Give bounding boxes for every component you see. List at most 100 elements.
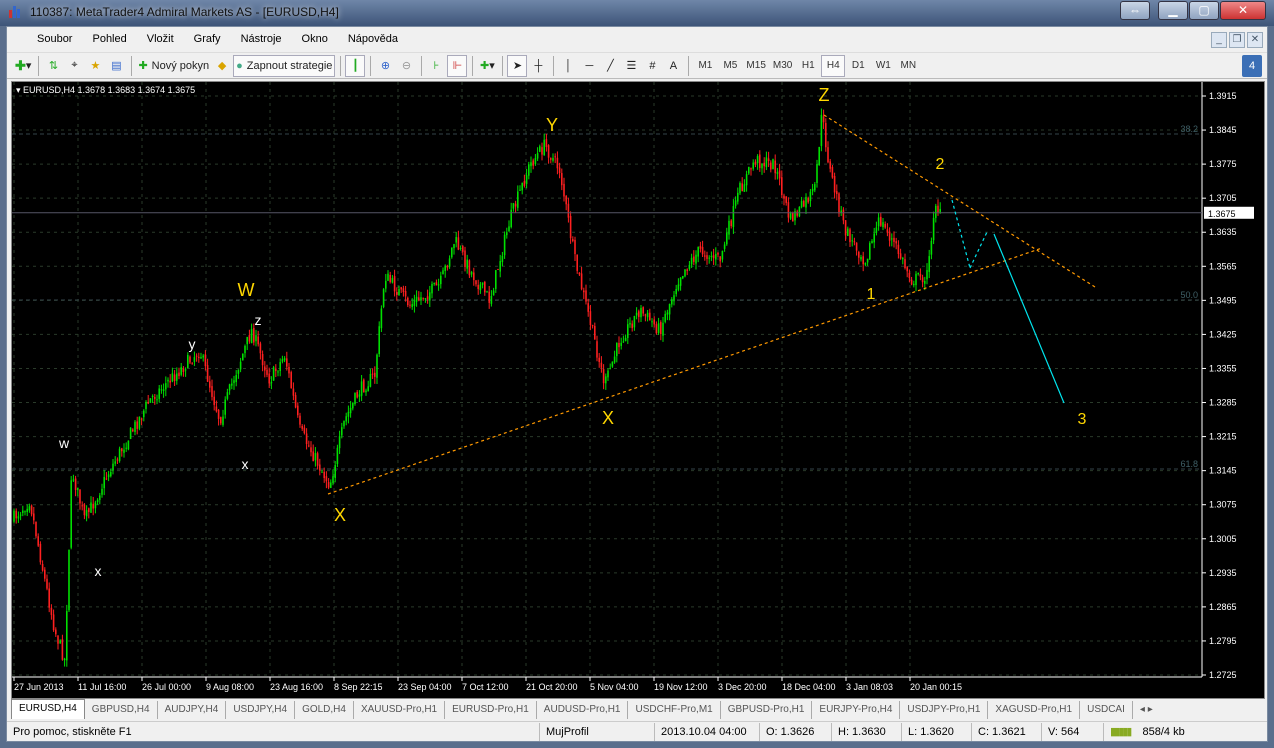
timeframe-m30[interactable]: M30 (770, 55, 795, 77)
new-order-button[interactable]: ✚ Nový pokyn (136, 55, 211, 77)
bear-candle (457, 237, 460, 250)
mdi-close-button[interactable]: ✕ (1247, 32, 1263, 48)
bear-candle (297, 405, 299, 416)
data-window-button[interactable]: ⌖ (64, 55, 84, 77)
bear-candle (787, 202, 790, 218)
timeframe-m1[interactable]: M1 (693, 55, 717, 77)
warning-button[interactable]: ◆ (212, 55, 232, 77)
new-order-label: Nový pokyn (151, 59, 210, 72)
bull-candle (902, 257, 904, 260)
minimize-button[interactable]: ▁ (1158, 1, 1188, 20)
trendline-tool[interactable]: ╱ (600, 55, 620, 77)
fibonacci-level-label: 50.0 (1180, 290, 1198, 300)
bear-candle (57, 635, 59, 644)
chart-tab[interactable]: AUDUSD-Pro,H1 (537, 701, 629, 719)
timeframe-w1[interactable]: W1 (871, 55, 895, 77)
fibonacci-tool[interactable]: ☰ (621, 55, 641, 77)
timeframe-h1[interactable]: H1 (796, 55, 820, 77)
new-chart-button[interactable]: ✚ ▾ (13, 55, 33, 77)
chart-tab[interactable]: GOLD,H4 (295, 701, 354, 719)
mdi-minimize-button[interactable]: _ (1211, 32, 1227, 48)
bull-candle (776, 172, 779, 174)
candle-chart-button[interactable]: ┃ (345, 54, 366, 77)
chart-tab[interactable]: USDCAI (1080, 701, 1133, 719)
zoom-in-button[interactable]: ⊕ (375, 55, 395, 77)
timeframe-d1[interactable]: D1 (846, 55, 870, 77)
bull-candle (176, 373, 178, 381)
horizontal-line-tool[interactable]: ─ (579, 55, 599, 77)
strategy-button[interactable]: ● Zapnout strategie (233, 54, 336, 77)
bear-candle (660, 322, 662, 335)
bear-candle (182, 368, 185, 372)
market-watch-button[interactable]: ⇅ (43, 55, 63, 77)
bear-candle (173, 374, 176, 382)
chart-tab[interactable]: USDJPY-Pro,H1 (900, 701, 989, 719)
price-chart[interactable]: 1.3915 1.3845 1.3775 1.3705 1.3635 1.3565 1.34… (11, 81, 1265, 699)
channel-tool[interactable]: # (642, 55, 662, 77)
bear-candle (488, 291, 490, 303)
bear-candle (580, 273, 583, 290)
timeframe-m5[interactable]: M5 (718, 55, 742, 77)
price-tick-label: 1.3915 (1209, 91, 1237, 101)
cursor-icon: ➤ (512, 60, 523, 72)
bull-candle (715, 253, 717, 260)
bull-candle (415, 296, 418, 302)
bear-candle (778, 170, 781, 179)
timeframe-h4[interactable]: H4 (821, 54, 846, 77)
indicators-button[interactable]: ✚ ▾ (477, 55, 497, 77)
chart-tab[interactable]: EURJPY-Pro,H4 (812, 701, 901, 719)
timeframe-m15[interactable]: M15 (743, 55, 768, 77)
chart-tab[interactable]: EURUSD,H4 (11, 699, 85, 719)
vertical-line-tool[interactable]: │ (558, 55, 578, 77)
bear-candle (550, 158, 552, 160)
chart-tab[interactable]: AUDJPY,H4 (158, 701, 227, 719)
bear-candle (288, 366, 290, 374)
terminal-button[interactable]: ▤ (106, 55, 126, 77)
bull-candle (114, 461, 116, 464)
menu-soubor[interactable]: Soubor (37, 33, 72, 45)
mdi-restore-button[interactable]: ❐ (1229, 32, 1245, 48)
chart-tab[interactable]: GBPUSD-Pro,H1 (721, 701, 813, 719)
bear-candle (264, 366, 266, 371)
chart-tab[interactable]: EURUSD-Pro,H1 (445, 701, 537, 719)
bull-candle (939, 208, 941, 213)
menu-nastroje[interactable]: Nástroje (241, 33, 282, 45)
cursor-tool[interactable]: ➤ (507, 54, 528, 77)
navigator-button[interactable]: ★ (85, 55, 105, 77)
menu-okno[interactable]: Okno (302, 33, 328, 45)
bull-candle (19, 514, 22, 516)
maximize-button[interactable]: ▢ (1189, 1, 1219, 20)
alerts-button[interactable]: 4 (1242, 54, 1262, 77)
status-profile[interactable]: MujProfil (540, 722, 655, 741)
bull-candle (72, 479, 75, 481)
bear-candle (52, 614, 55, 631)
text-tool[interactable]: A (663, 55, 683, 77)
chart-shift-button[interactable]: ⊩ (447, 54, 468, 77)
wave-label: 3 (1078, 411, 1087, 428)
bull-candle (530, 162, 532, 167)
crosshair-tool[interactable]: ┼ (528, 55, 548, 77)
resize-button[interactable]: ⇔ (1120, 1, 1150, 20)
resistance-trendline (823, 114, 1096, 288)
menu-vlozit[interactable]: Vložit (147, 33, 174, 45)
chart-tab[interactable]: XAGUSD-Pro,H1 (988, 701, 1081, 719)
chart-tab[interactable]: XAUUSD-Pro,H1 (354, 701, 446, 719)
vertical-line-icon: │ (564, 59, 572, 72)
autoscroll-button[interactable]: ⊦ (426, 55, 446, 77)
timeframe-mn[interactable]: MN (896, 55, 920, 77)
chart-tab[interactable]: GBPUSD,H4 (85, 701, 158, 719)
bear-candle (371, 373, 374, 375)
menu-napoveda[interactable]: Nápověda (348, 33, 398, 45)
bull-candle (127, 440, 130, 450)
menu-grafy[interactable]: Grafy (194, 33, 221, 45)
price-tick-label: 1.3355 (1209, 363, 1237, 373)
crosshair-icon: ⌖ (71, 59, 78, 71)
chart-canvas[interactable]: 1.3915 1.3845 1.3775 1.3705 1.3635 1.3565 1.34… (12, 82, 1264, 698)
close-button[interactable]: ✕ (1220, 1, 1266, 20)
zoom-out-button[interactable]: ⊖ (396, 55, 416, 77)
menu-pohled[interactable]: Pohled (92, 33, 126, 45)
chart-tab[interactable]: USDCHF-Pro,M1 (628, 701, 721, 719)
bear-candle (147, 401, 149, 404)
chart-tab[interactable]: USDJPY,H4 (226, 701, 296, 719)
tab-scroll-arrows-icon[interactable]: ◂ ▸ (1133, 701, 1160, 719)
